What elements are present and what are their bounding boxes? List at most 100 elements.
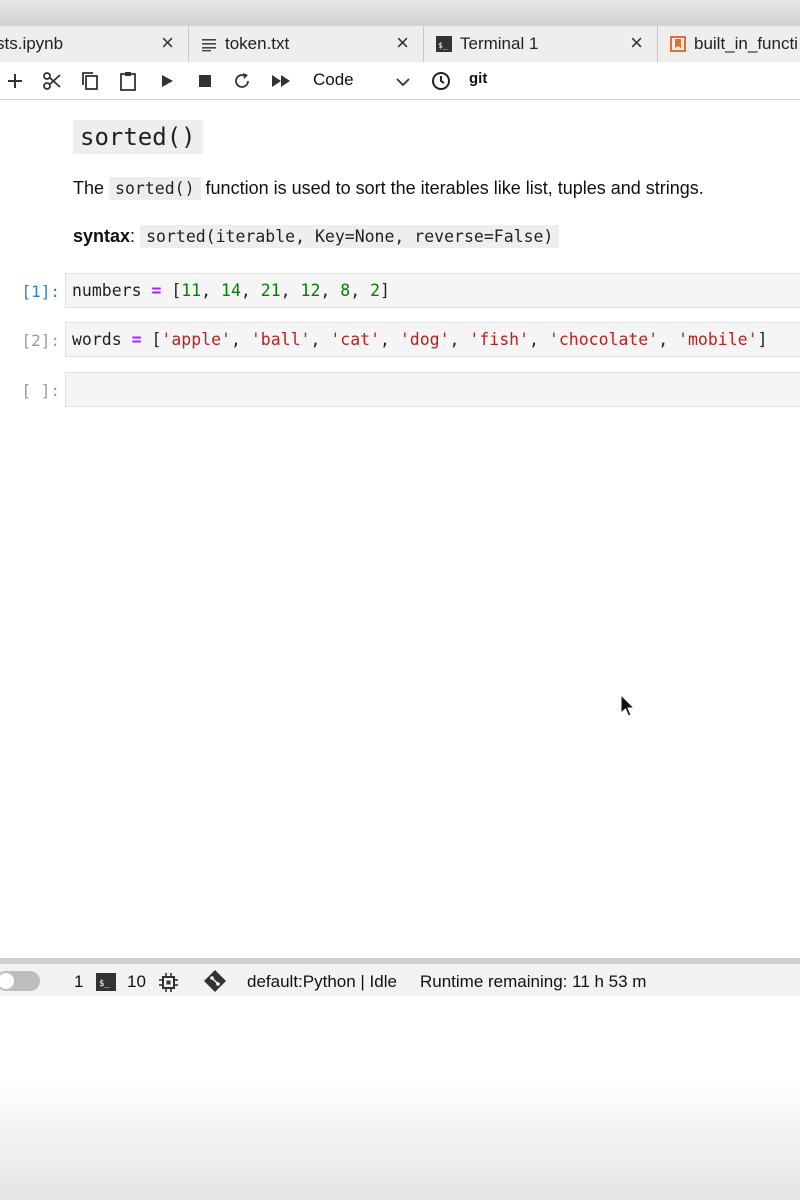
tab-bar: sts.ipynb × token.txt × $_ Terminal 1 × … bbox=[0, 26, 800, 63]
code-cell-numbers[interactable]: numbers = [11, 14, 21, 12, 8, 2] bbox=[65, 273, 800, 308]
string-literal: 'ball' bbox=[250, 330, 311, 349]
assign-operator: = bbox=[131, 330, 142, 349]
bracket-open: [ bbox=[151, 330, 162, 349]
add-cell-button[interactable] bbox=[6, 71, 24, 91]
copy-icon bbox=[82, 72, 98, 90]
chevron-down-icon[interactable] bbox=[396, 74, 410, 92]
toggle-knob bbox=[0, 973, 14, 989]
string-literal: 'chocolate' bbox=[548, 330, 659, 349]
status-bar: 1 $_ 10 default:Python | Idle Runtime re… bbox=[0, 958, 800, 996]
syntax-label: syntax bbox=[73, 226, 131, 246]
syntax-colon: : bbox=[130, 226, 136, 246]
list-separator: , bbox=[658, 330, 679, 349]
list-separator: , bbox=[320, 281, 341, 300]
number-literal: 2 bbox=[370, 281, 381, 300]
number-literal: 14 bbox=[221, 281, 241, 300]
string-literal: 'cat' bbox=[330, 330, 380, 349]
kernel-status[interactable]: default:Python | Idle bbox=[247, 972, 397, 992]
kernel-count: 1 bbox=[74, 972, 84, 991]
string-literal: 'fish' bbox=[469, 330, 530, 349]
cpu-icon[interactable] bbox=[159, 973, 178, 997]
list-separator: , bbox=[280, 281, 301, 300]
runtime-remaining: Runtime remaining: 11 h 53 m bbox=[420, 972, 647, 991]
list-separator: , bbox=[240, 281, 261, 300]
play-icon bbox=[162, 75, 173, 87]
tab-token-txt[interactable]: token.txt × bbox=[189, 26, 424, 62]
mouse-cursor-icon bbox=[620, 693, 636, 723]
window-top-strip bbox=[0, 0, 800, 26]
tab-label: Terminal 1 bbox=[460, 34, 539, 53]
paste-button[interactable] bbox=[118, 71, 138, 91]
close-icon[interactable]: × bbox=[396, 32, 409, 54]
list-separator: , bbox=[201, 281, 222, 300]
plus-icon bbox=[8, 74, 22, 88]
cut-button[interactable] bbox=[42, 71, 62, 91]
run-all-button[interactable] bbox=[270, 71, 292, 91]
variable-name: words bbox=[72, 330, 122, 349]
cell-prompt: [1]: bbox=[21, 282, 60, 301]
number-literal: 11 bbox=[181, 281, 202, 300]
list-separator: , bbox=[310, 330, 331, 349]
numbers-list: [11, 14, 21, 12, 8, 2] bbox=[171, 281, 390, 300]
number-literal: 8 bbox=[340, 281, 351, 300]
text-file-icon bbox=[201, 36, 217, 52]
history-button[interactable] bbox=[431, 71, 451, 91]
list-separator: , bbox=[449, 330, 470, 349]
code-cell-words[interactable]: words = ['apple', 'ball', 'cat', 'dog', … bbox=[65, 322, 800, 357]
refresh-icon bbox=[235, 73, 249, 88]
list-separator: , bbox=[350, 281, 371, 300]
copy-button[interactable] bbox=[80, 71, 100, 91]
list-separator: , bbox=[230, 330, 251, 349]
list-separator: , bbox=[380, 330, 400, 349]
bracket-close: ] bbox=[757, 330, 768, 349]
cell-prompt: [ ]: bbox=[21, 381, 60, 400]
bracket-close: ] bbox=[380, 281, 390, 300]
description-suffix: function is used to sort the iterables l… bbox=[205, 178, 704, 198]
cell-type-select[interactable]: Code bbox=[313, 70, 354, 90]
scissors-icon bbox=[43, 72, 61, 90]
simple-mode-toggle[interactable] bbox=[0, 971, 40, 991]
terminal-icon: $_ bbox=[436, 36, 452, 52]
git-branch-icon[interactable] bbox=[204, 970, 226, 997]
fast-forward-icon bbox=[272, 75, 290, 87]
tab-label: sts.ipynb bbox=[0, 34, 64, 53]
markdown-description: The sorted() function is used to sort th… bbox=[73, 177, 704, 200]
inline-code: sorted() bbox=[109, 177, 201, 200]
tab-label: token.txt bbox=[225, 34, 290, 53]
bracket-open: [ bbox=[171, 281, 182, 300]
list-separator: , bbox=[529, 330, 549, 349]
run-button[interactable] bbox=[158, 71, 176, 91]
clock-icon bbox=[432, 72, 450, 90]
markdown-heading: sorted() bbox=[73, 120, 203, 154]
words-list: ['apple', 'ball', 'cat', 'dog', 'fish', … bbox=[151, 330, 767, 349]
code-cell-empty[interactable] bbox=[65, 372, 800, 407]
number-literal: 21 bbox=[260, 281, 281, 300]
tab-label: built_in_functi bbox=[694, 34, 798, 53]
svg-text:$_: $_ bbox=[438, 41, 448, 50]
cell-prompt: [2]: bbox=[21, 331, 60, 350]
interrupt-button[interactable] bbox=[196, 71, 214, 91]
variable-name: numbers bbox=[72, 281, 142, 300]
description-prefix: The bbox=[73, 178, 105, 198]
close-icon[interactable]: × bbox=[161, 32, 174, 54]
notebook-toolbar: Code git bbox=[0, 62, 800, 100]
close-icon[interactable]: × bbox=[630, 32, 643, 54]
git-button[interactable]: git bbox=[469, 70, 487, 87]
string-literal: 'dog' bbox=[399, 330, 450, 349]
markdown-syntax: syntax: sorted(iterable, Key=None, rever… bbox=[73, 225, 560, 248]
notebook-icon bbox=[670, 36, 686, 52]
clipboard-icon bbox=[120, 72, 136, 91]
assign-operator: = bbox=[151, 281, 162, 300]
svg-text:$_: $_ bbox=[99, 979, 110, 989]
terminal-status-icon: $_ bbox=[96, 973, 116, 996]
background-blur bbox=[0, 1080, 800, 1200]
stop-icon bbox=[199, 75, 211, 87]
number-literal: 12 bbox=[300, 281, 321, 300]
restart-button[interactable] bbox=[232, 71, 252, 91]
tab-builtin-functions[interactable]: built_in_functi bbox=[658, 26, 800, 62]
string-literal: 'apple' bbox=[161, 330, 231, 349]
tab-notebook[interactable]: sts.ipynb × bbox=[0, 26, 189, 62]
syntax-code: sorted(iterable, Key=None, reverse=False… bbox=[140, 225, 560, 248]
tab-terminal[interactable]: $_ Terminal 1 × bbox=[424, 26, 658, 62]
terminal-count: 10 bbox=[127, 972, 146, 991]
